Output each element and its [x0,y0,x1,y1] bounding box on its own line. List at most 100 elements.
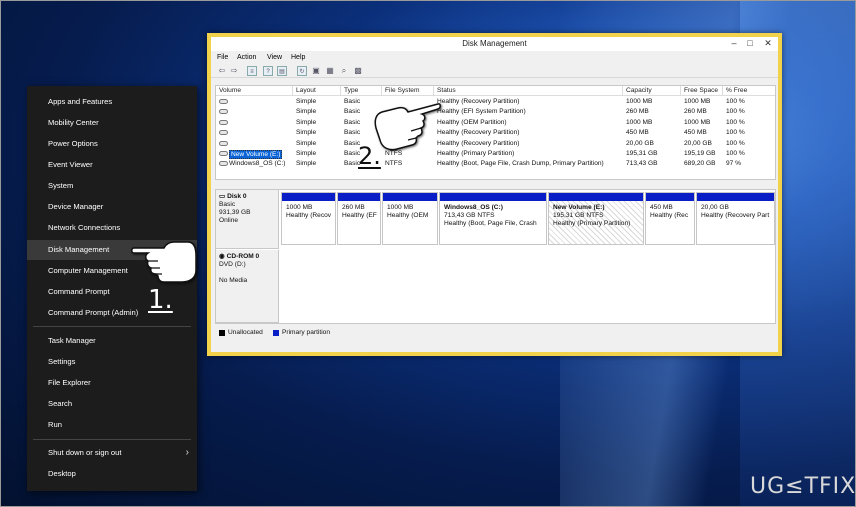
cell-type: Basic [344,98,361,105]
table-row[interactable]: Simple Basic Healthy (OEM Partition) 100… [216,118,775,128]
cell-status: Healthy (Recovery Partition) [437,139,520,147]
rescan-icon[interactable]: ⌕ [339,66,349,76]
disk-name: ▭ Disk 0 [219,193,247,200]
partition-oem[interactable]: 1000 MB Healthy (OEM [382,192,438,245]
partition-status: Healthy (Rec [650,212,689,219]
partition-new-volume[interactable]: New Volume (E:) 195,31 GB NTFS Healthy (… [548,192,644,245]
drive-icon [219,119,228,125]
partition-size: 20,00 GB [701,204,729,211]
col-type[interactable]: Type [344,87,358,94]
partition-recovery-2[interactable]: 450 MB Healthy (Rec [645,192,695,245]
menu-item-file-explorer[interactable]: File Explorer [27,373,197,393]
cell-status: Healthy (Primary Partition) [437,150,515,157]
partition-size: 713,43 GB NTFS [444,212,495,219]
menu-item-desktop[interactable]: Desktop [27,464,197,484]
list-icon[interactable]: ≡ [247,66,257,76]
column-divider[interactable] [622,86,623,96]
cell-percent-free: 100 % [726,118,745,126]
forward-icon[interactable]: ⇨ [229,66,239,76]
menu-file[interactable]: File [217,54,228,61]
drive-icon [219,140,228,146]
column-divider[interactable] [433,86,434,96]
close-button[interactable]: ✕ [758,37,778,51]
cell-volume: New Volume (E:) [229,150,283,159]
menu-item-device-manager[interactable]: Device Manager [27,197,197,217]
cell-layout: Simple [296,118,317,126]
drive-icon [219,99,228,104]
cell-free-space: 1000 MB [684,98,711,105]
menu-item-apps-and-features[interactable]: Apps and Features [27,92,197,112]
menu-item-mobility-center[interactable]: Mobility Center [27,113,197,133]
minimize-button[interactable]: – [726,37,742,51]
back-icon[interactable]: ⇦ [217,66,227,76]
cell-free-space: 260 MB [684,108,707,116]
properties-icon[interactable]: ▤ [277,66,287,76]
col-free-space[interactable]: Free Space [684,87,718,94]
cell-layout: Simple [296,139,317,147]
menu-action[interactable]: Action [237,54,256,61]
column-divider[interactable] [381,86,382,96]
partition-status: Healthy (EF [342,212,377,219]
partition-efi[interactable]: 260 MB Healthy (EF [337,192,381,245]
cell-layout: Simple [296,150,317,157]
column-divider[interactable] [722,86,723,96]
drive-icon [219,151,228,156]
cell-type: Basic [344,129,361,137]
table-row[interactable]: New Volume (E:) Simple Basic NTFS Health… [216,149,775,159]
menu-item-power-options[interactable]: Power Options [27,134,197,154]
step-1-label: 1. [148,285,173,315]
window-title: Disk Management [462,39,527,48]
col-volume[interactable]: Volume [219,87,241,94]
cdrom-0-info[interactable]: ◉ CD-ROM 0 DVD (D:) No Media [216,250,279,323]
menu-item-event-viewer[interactable]: Event Viewer [27,155,197,175]
open-icon[interactable]: ▦ [325,66,335,76]
menu-item-shut-down-or-sign-out[interactable]: Shut down or sign out › [27,443,197,463]
cell-capacity: 195,31 GB [626,150,658,157]
menu-item-search[interactable]: Search [27,394,197,414]
partition-label: 260 MB Healthy (EF [338,201,380,220]
col-percent-free[interactable]: % Free [726,87,747,94]
refresh-icon[interactable]: ↻ [297,66,307,76]
primary-swatch [273,330,279,336]
disk-type: Basic [219,201,236,208]
table-row[interactable]: Simple Basic Healthy (Recovery Partition… [216,97,775,107]
help-icon[interactable]: ? [263,66,273,76]
menu-divider [33,326,191,327]
menu-item-settings[interactable]: Settings [27,352,197,372]
partition-size: 1000 MB [286,204,313,211]
pointing-hand-icon [131,241,197,283]
new-icon[interactable]: ▣ [311,66,321,76]
table-row[interactable]: Simple Basic Healthy (Recovery Partition… [216,139,775,149]
cell-free-space: 1000 MB [684,118,711,126]
menu-view[interactable]: View [267,54,282,61]
partition-name: Windows8_OS (C:) [444,204,503,211]
partition-windows8-os[interactable]: Windows8_OS (C:) 713,43 GB NTFS Healthy … [439,192,547,245]
cell-free-space: 20,00 GB [684,139,712,147]
unallocated-swatch [219,330,225,336]
column-divider[interactable] [680,86,681,96]
table-row[interactable]: Windows8_OS (C:) Simple Basic NTFS Healt… [216,159,775,169]
maximize-button[interactable]: □ [742,37,758,51]
title-bar[interactable]: Disk Management – □ ✕ [211,37,778,51]
menu-item-task-manager[interactable]: Task Manager [27,331,197,351]
column-divider[interactable] [292,86,293,96]
col-file-system[interactable]: File System [385,87,419,94]
menu-item-run[interactable]: Run [27,415,197,435]
menu-item-system[interactable]: System [27,176,197,196]
disk-0-info[interactable]: ▭ Disk 0 Basic 931,39 GB Online [216,190,279,249]
partition-recovery-3[interactable]: 20,00 GB Healthy (Recovery Part [696,192,775,245]
partition-recovery-1[interactable]: 1000 MB Healthy (Recov [281,192,336,245]
column-divider[interactable] [340,86,341,96]
cell-layout: Simple [296,108,317,116]
col-capacity[interactable]: Capacity [626,87,652,94]
cell-percent-free: 100 % [726,98,745,105]
col-status[interactable]: Status [437,87,456,94]
table-row[interactable]: Simple Basic Healthy (Recovery Partition… [216,128,775,138]
disk-state: No Media [219,277,248,284]
menu-help[interactable]: Help [291,54,305,61]
partition-size: 260 MB [342,204,365,211]
table-row[interactable]: Simple Basic Healthy (EFI System Partiti… [216,107,775,117]
col-layout[interactable]: Layout [296,87,316,94]
settings-icon[interactable]: ▩ [353,66,363,76]
disk-name: ◉ CD-ROM 0 [219,253,260,260]
